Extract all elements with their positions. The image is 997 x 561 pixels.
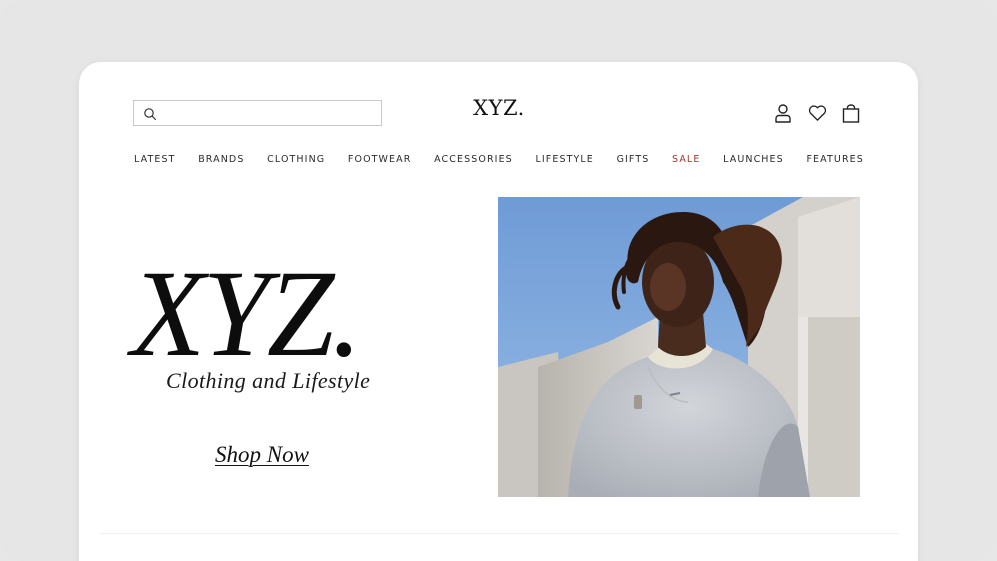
nav-item-gifts[interactable]: GIFTS [617, 154, 650, 165]
nav-item-features[interactable]: FEATURES [806, 154, 863, 165]
account-button[interactable] [772, 102, 794, 124]
shop-now-link[interactable]: Shop Now [215, 442, 309, 468]
browser-window: XYZ. LATEST BRANDS CLOTHING FOOTWEAR ACC… [79, 62, 918, 561]
nav-item-launches[interactable]: LAUNCHES [723, 154, 784, 165]
header-actions [772, 102, 862, 124]
heart-icon [808, 105, 826, 121]
nav-item-sale[interactable]: SALE [672, 154, 700, 165]
nav-item-latest[interactable]: LATEST [134, 154, 176, 165]
search-icon [144, 108, 157, 121]
hero-subtitle: Clothing and Lifestyle [166, 368, 371, 393]
nav-item-brands[interactable]: BRANDS [198, 154, 244, 165]
account-icon [775, 104, 791, 123]
nav-item-footwear[interactable]: FOOTWEAR [348, 154, 412, 165]
search-input[interactable] [162, 103, 376, 125]
page-backdrop: XYZ. LATEST BRANDS CLOTHING FOOTWEAR ACC… [0, 0, 997, 561]
nav-item-clothing[interactable]: CLOTHING [267, 154, 325, 165]
section-divider [99, 533, 899, 534]
site-logo[interactable]: XYZ. [439, 96, 559, 120]
nav-item-accessories[interactable]: ACCESSORIES [434, 154, 513, 165]
shopping-bag-icon [842, 103, 860, 123]
nav-item-lifestyle[interactable]: LIFESTYLE [535, 154, 593, 165]
hero-image [498, 197, 860, 497]
wishlist-button[interactable] [806, 102, 828, 124]
main-nav: LATEST BRANDS CLOTHING FOOTWEAR ACCESSOR… [134, 154, 864, 165]
hero-title: XYZ. [131, 245, 362, 382]
model-photo [498, 197, 860, 497]
search-field[interactable] [133, 100, 382, 126]
bag-button[interactable] [840, 102, 862, 124]
